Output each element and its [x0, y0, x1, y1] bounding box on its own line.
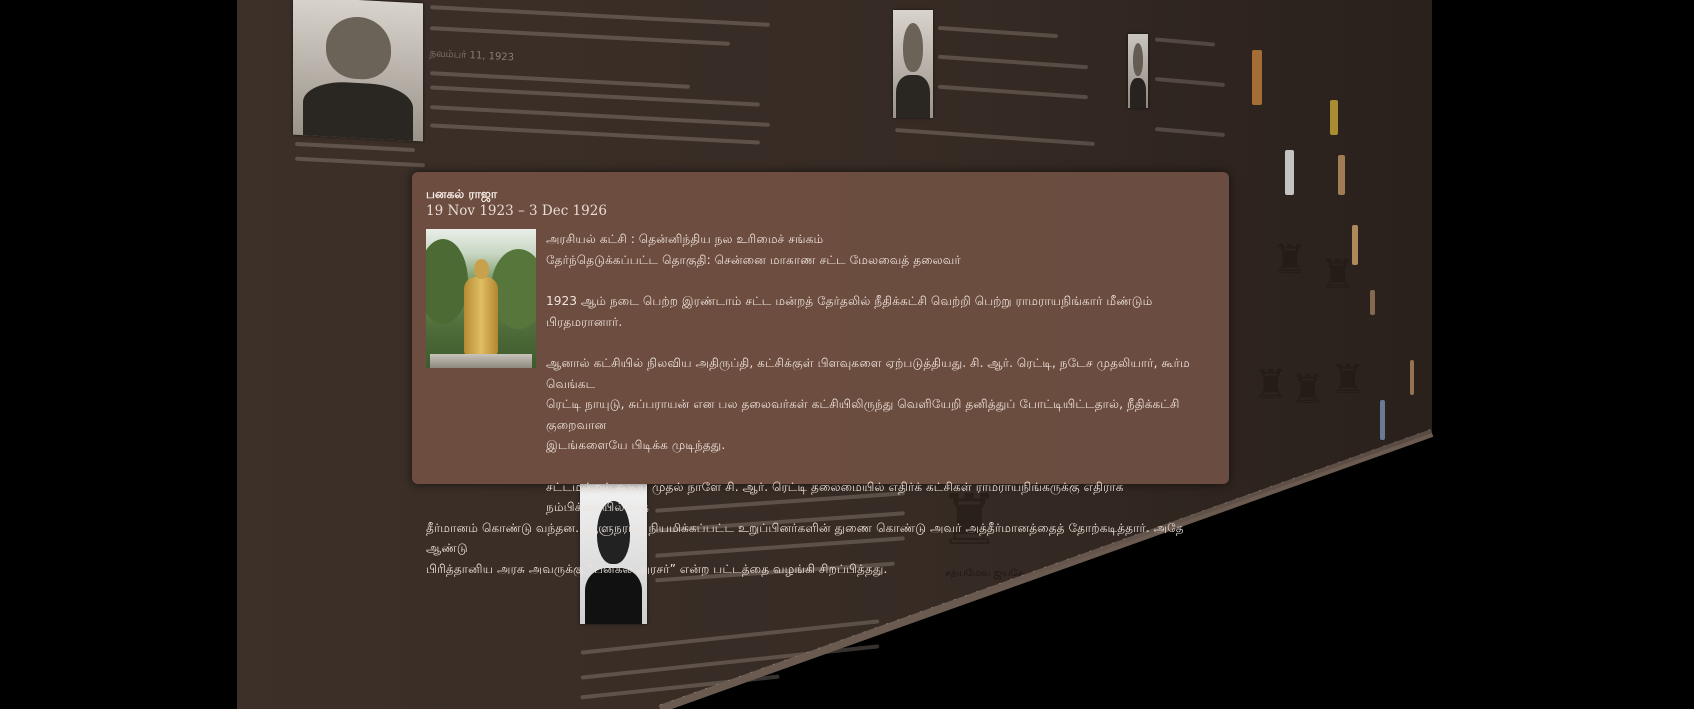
emblem-icon: ♜	[1253, 362, 1289, 408]
emblem-icon: ♜	[1320, 252, 1356, 298]
emblem-icon: ♜	[1290, 367, 1326, 413]
popup-title: பனகல் ராஜா	[426, 187, 498, 201]
thumbnail[interactable]	[1380, 400, 1385, 440]
constituency-line: தேர்ந்தெடுக்கப்பட்ட தொகுதி: சென்னை மாகாண…	[546, 252, 961, 267]
paragraph-3-line-3: பிரித்தானிய அரசு அவருக்கு “பனகல் அரசர்” …	[426, 561, 888, 576]
paragraph-2-line-3: இடங்களையே பிடிக்க முடிந்தது.	[546, 438, 726, 452]
thumbnail[interactable]	[1370, 290, 1375, 315]
thumbnail[interactable]	[1410, 360, 1414, 395]
paragraph-2-line-2: ரெட்டி நாயுடு, சுப்பராயன் என பல தலைவர்கள…	[546, 397, 1180, 432]
thumbnail[interactable]	[1338, 155, 1345, 195]
event-detail-popup[interactable]: பனகல் ராஜா 19 Nov 1923 – 3 Dec 1926 அரசி…	[412, 172, 1229, 576]
paragraph-2-line-1: ஆனால் கட்சியில் நிலவிய அதிருப்தி, கட்சிக…	[546, 356, 1190, 391]
emblem-icon: ♜	[1330, 357, 1366, 403]
paragraph-3-line-1: சட்டமன்றம் கூடிய முதல் நாளே சி. ஆர். ரெட…	[546, 479, 1124, 515]
portrait-photo[interactable]	[293, 0, 423, 142]
thumbnail[interactable]	[1285, 150, 1294, 195]
popup-dates: 19 Nov 1923 – 3 Dec 1926	[426, 203, 607, 219]
emblem-icon: ♜	[1272, 237, 1308, 283]
party-line: அரசியல் கட்சி : தென்னிந்திய நல உரிமைச் ச…	[546, 232, 824, 246]
portrait-photo[interactable]	[893, 10, 933, 118]
paragraph-1: 1923 ஆம் நடை பெற்ற இரண்டாம் சட்ட மன்றத் …	[546, 294, 1153, 329]
paragraph-3-line-2: தீர்மானம் கொண்டு வந்தன. ஆளுநரால் நியமிக்…	[426, 520, 1184, 556]
thumbnail[interactable]	[1330, 100, 1338, 135]
popup-body: அரசியல் கட்சி : தென்னிந்திய நல உரிமைச் ச…	[426, 229, 1216, 579]
thumbnail[interactable]	[1252, 50, 1262, 105]
portrait-photo[interactable]	[1128, 34, 1148, 108]
